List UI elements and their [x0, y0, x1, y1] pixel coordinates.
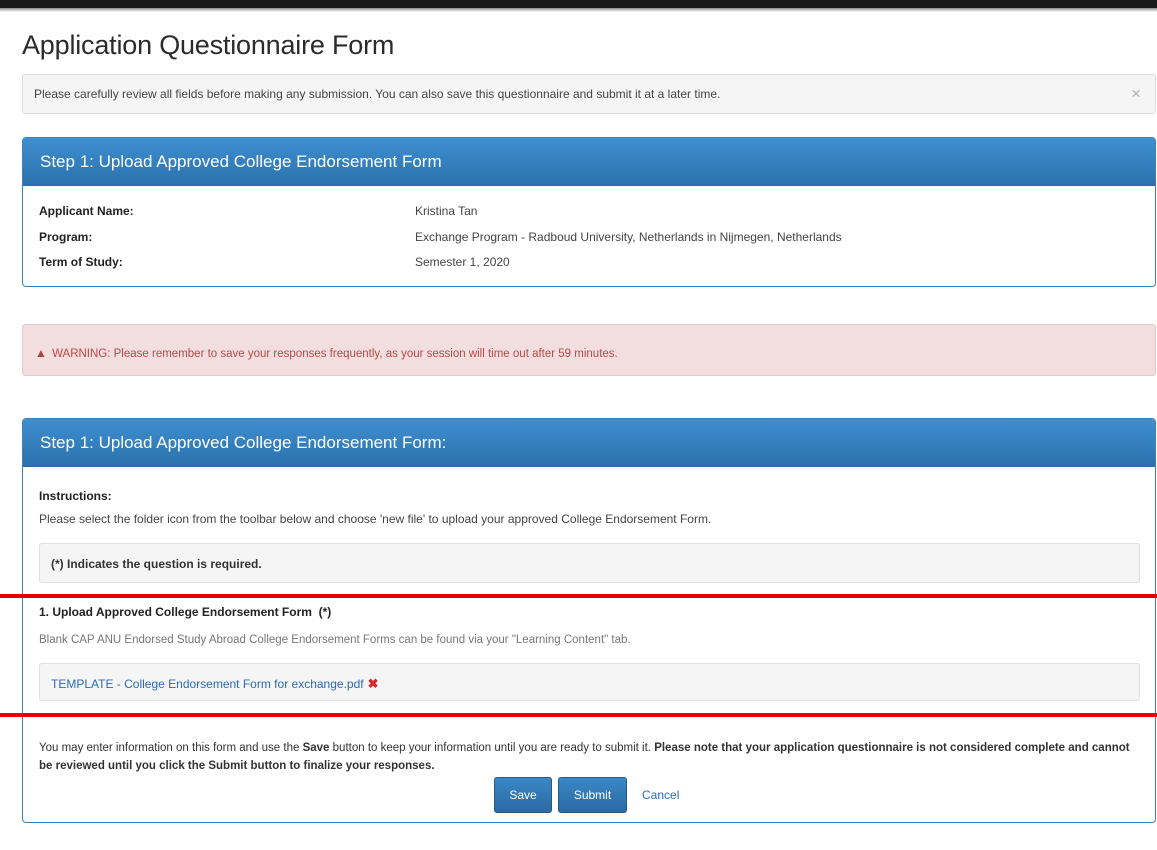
warning-message: ▲ WARNING: Please remember to save your …: [35, 346, 618, 360]
browser-top-bar: [0, 0, 1157, 8]
program-label: Program:: [39, 230, 93, 244]
applicant-details-panel: Step 1: Upload Approved College Endorsem…: [22, 137, 1156, 287]
info-alert: Please carefully review all fields befor…: [22, 74, 1156, 114]
term-of-study-value: Semester 1, 2020: [415, 255, 510, 269]
info-alert-message: Please carefully review all fields befor…: [34, 87, 721, 101]
term-of-study-label: Term of Study:: [39, 255, 123, 269]
footer-text-start: You may enter information on this form a…: [39, 742, 303, 754]
applicant-details-heading: Step 1: Upload Approved College Endorsem…: [23, 138, 1155, 186]
footer-note: You may enter information on this form a…: [39, 739, 1139, 775]
upload-form-panel: Step 1: Upload Approved College Endorsem…: [22, 418, 1156, 823]
warning-text: WARNING: Please remember to save your re…: [52, 348, 618, 360]
question-help-text: Blank CAP ANU Endorsed Study Abroad Coll…: [39, 634, 631, 646]
required-note-well: (*) Indicates the question is required.: [39, 543, 1140, 583]
uploaded-file-entry: TEMPLATE - College Endorsement Form for …: [51, 676, 379, 692]
warning-triangle-icon: ▲: [35, 346, 47, 360]
required-note: (*) Indicates the question is required.: [51, 557, 262, 571]
question-title: 1. Upload Approved College Endorsement F…: [39, 605, 332, 619]
top-bar-shadow: [0, 8, 1157, 12]
footer-text-middle: button to keep your information until yo…: [329, 742, 655, 754]
highlight-line-bottom: [0, 713, 1157, 717]
instructions-label: Instructions:: [39, 489, 112, 503]
remove-file-icon[interactable]: ✖: [368, 676, 379, 691]
upload-form-heading: Step 1: Upload Approved College Endorsem…: [23, 419, 1155, 467]
save-button[interactable]: Save: [494, 777, 552, 813]
submit-button[interactable]: Submit: [558, 777, 627, 813]
program-value: Exchange Program - Radboud University, N…: [415, 230, 842, 244]
session-warning-alert: ▲ WARNING: Please remember to save your …: [22, 324, 1156, 376]
highlight-line-top: [0, 594, 1157, 598]
applicant-name-value: Kristina Tan: [415, 204, 478, 218]
close-icon[interactable]: ×: [1131, 84, 1141, 104]
page-title: Application Questionnaire Form: [22, 30, 395, 60]
uploaded-file-well: TEMPLATE - College Endorsement Form for …: [39, 663, 1140, 701]
instructions-text: Please select the folder icon from the t…: [39, 512, 712, 526]
cancel-link[interactable]: Cancel: [642, 788, 679, 802]
uploaded-file-link[interactable]: TEMPLATE - College Endorsement Form for …: [51, 677, 364, 691]
footer-save-word: Save: [302, 742, 330, 754]
applicant-name-label: Applicant Name:: [39, 204, 134, 218]
